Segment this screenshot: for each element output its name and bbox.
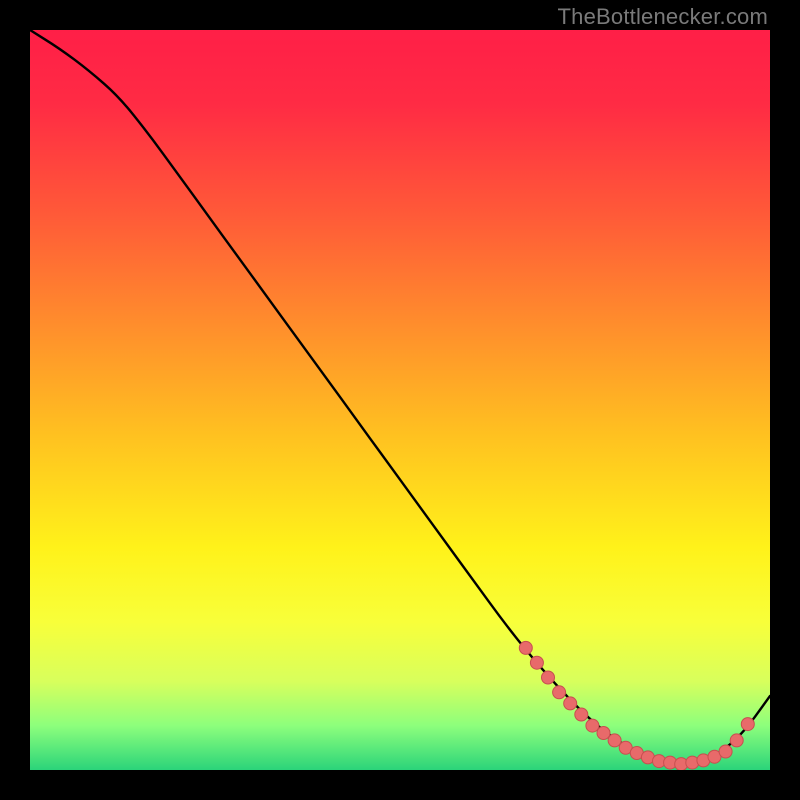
plot-area [30, 30, 770, 770]
curve-marker [519, 641, 532, 654]
curve-marker [597, 727, 610, 740]
curve-marker [608, 734, 621, 747]
curve-marker [586, 719, 599, 732]
curve-markers [519, 641, 754, 770]
chart-overlay [30, 30, 770, 770]
watermark-text: TheBottlenecker.com [558, 4, 768, 30]
curve-marker [564, 697, 577, 710]
curve-marker [575, 708, 588, 721]
chart-stage: TheBottlenecker.com [0, 0, 800, 800]
curve-marker [542, 671, 555, 684]
curve-marker [530, 656, 543, 669]
bottleneck-curve [30, 30, 770, 763]
curve-marker [719, 745, 732, 758]
curve-marker [741, 718, 754, 731]
curve-marker [553, 686, 566, 699]
curve-marker [730, 734, 743, 747]
